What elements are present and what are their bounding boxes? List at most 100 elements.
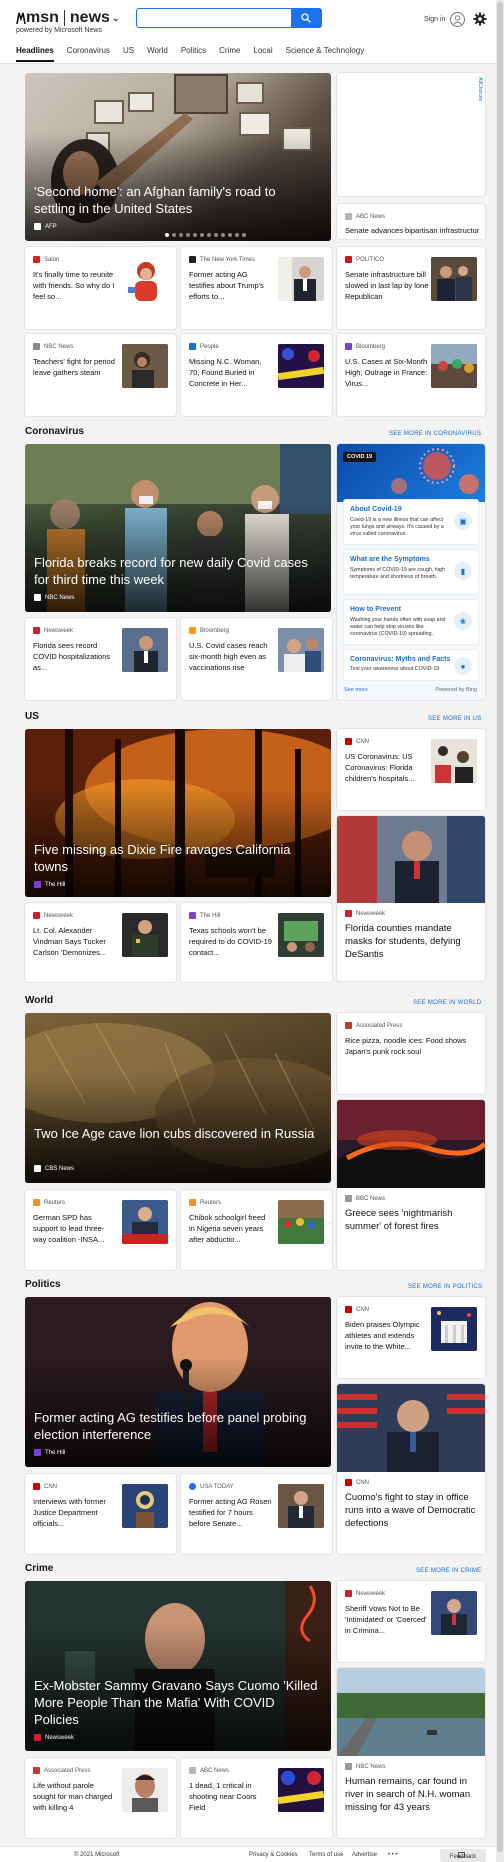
- tab-world[interactable]: World: [147, 46, 168, 62]
- see-more-crime-link[interactable]: SEE MORE IN CRIME: [416, 1568, 481, 1574]
- hero-story-gravano[interactable]: Ex-Mobster Sammy Gravano Says Cuomo 'Kil…: [25, 1581, 331, 1751]
- card-nbc-teachers[interactable]: NBC News Teachers' fight for period leav…: [25, 334, 176, 416]
- card-newsweek-vindman[interactable]: Newsweek Lt. Col. Alexander Vindman Says…: [25, 903, 176, 982]
- card-title[interactable]: 1 dead, 1 critical in shooting near Coor…: [189, 1780, 273, 1824]
- search-box[interactable]: [136, 8, 322, 28]
- more-options-icon[interactable]: • • •: [388, 1852, 398, 1858]
- covid-item-symptoms[interactable]: What are the Symptoms Symptoms of COVID-…: [343, 549, 479, 595]
- card-salon[interactable]: Salon It's finally time to reunite with …: [25, 247, 176, 329]
- see-more-politics-link[interactable]: SEE MORE IN POLITICS: [408, 1284, 482, 1290]
- card-title[interactable]: Biden praises Olympic athletes and exten…: [345, 1319, 429, 1363]
- card-bbc-greece-fires[interactable]: BBC News Greece sees 'nightmarish summer…: [337, 1100, 485, 1270]
- see-more-coronavirus-link[interactable]: SEE MORE IN CORONAVIRUS: [389, 431, 481, 437]
- card-title[interactable]: Sheriff Vows Not to Be 'Intimidated' or …: [345, 1603, 429, 1647]
- card-ap-life-parole[interactable]: Associated Press Life without parole sou…: [25, 1758, 176, 1838]
- card-nbc-human-remains[interactable]: NBC News Human remains, car found in riv…: [337, 1668, 485, 1838]
- card-newsweek-sheriff[interactable]: Newsweek Sheriff Vows Not to Be 'Intimid…: [337, 1581, 485, 1662]
- card-title[interactable]: Human remains, car found in river in sea…: [345, 1775, 477, 1829]
- hero-story-cave-lion[interactable]: Two Ice Age cave lion cubs discovered in…: [25, 1013, 331, 1183]
- page-scrollbar[interactable]: [496, 0, 504, 1862]
- covid-item-title[interactable]: What are the Symptoms: [350, 556, 430, 563]
- search-button[interactable]: [291, 9, 321, 27]
- see-more-us-link[interactable]: SEE MORE IN US: [428, 716, 482, 722]
- card-bloomberg-cases[interactable]: Bloomberg U.S. Cases at Six-Month High; …: [337, 334, 485, 416]
- tab-headlines[interactable]: Headlines: [16, 46, 54, 62]
- card-newsweek-florida[interactable]: Newsweek Florida sees record COVID hospi…: [25, 618, 176, 700]
- card-title[interactable]: It's finally time to reunite with friend…: [33, 269, 117, 313]
- hero-story-afghan-family[interactable]: 'Second home': an Afghan family's road t…: [25, 73, 331, 241]
- card-title[interactable]: Rice pizza, noodle ices: Food shows Japa…: [345, 1035, 479, 1079]
- card-abc-shooting[interactable]: ABC News 1 dead, 1 critical in shooting …: [181, 1758, 332, 1838]
- hero-story-florida-covid[interactable]: Florida breaks record for new daily Covi…: [25, 444, 331, 612]
- card-people[interactable]: People Missing N.C. Woman, 70, Found Bur…: [181, 334, 332, 416]
- adchoices-label[interactable]: AdChoices: [477, 77, 483, 101]
- card-title[interactable]: Florida counties mandate masks for stude…: [345, 922, 477, 976]
- card-title[interactable]: Teachers' fight for period leave gathers…: [33, 356, 117, 400]
- card-title[interactable]: U.S. Cases at Six-Month High; Outrage in…: [345, 356, 429, 400]
- card-newsweek-desantis[interactable]: Newsweek Florida counties mandate masks …: [337, 816, 485, 981]
- tab-politics[interactable]: Politics: [181, 46, 206, 62]
- card-politico[interactable]: POLITICO Senate infrastructure bill slow…: [337, 247, 485, 329]
- carousel-dots[interactable]: [165, 233, 249, 237]
- covid-see-more-link[interactable]: See more: [344, 687, 368, 693]
- hero-title[interactable]: Ex-Mobster Sammy Gravano Says Cuomo 'Kil…: [34, 1677, 319, 1728]
- card-cnn-florida-hospitals[interactable]: CNN US Coronavirus: US Coronavirus: Flor…: [337, 729, 485, 810]
- card-cnn-cuomo-fight[interactable]: CNN Cuomo's fight to stay in office runs…: [337, 1384, 485, 1554]
- card-title[interactable]: Lt. Col. Alexander Vindman Says Tucker C…: [33, 925, 117, 969]
- card-title[interactable]: Greece sees 'nightmarish summer' of fore…: [345, 1207, 477, 1261]
- search-input[interactable]: [137, 9, 291, 27]
- card-title[interactable]: Interviews with former Justice Departmen…: [33, 1496, 117, 1540]
- card-title[interactable]: Chibok schoolgirl freed in Nigeria seven…: [189, 1212, 273, 1256]
- side-card-senate[interactable]: ABC News Senate advances bipartisan infr…: [337, 204, 485, 239]
- card-title[interactable]: Missing N.C. Woman, 70, Found Buried in …: [189, 356, 273, 400]
- feedback-button[interactable]: Feedback: [440, 1849, 486, 1862]
- covid-item-title[interactable]: Coronavirus: Myths and Facts: [350, 656, 450, 663]
- covid-item-about[interactable]: About Covid-19 Covid-19 is a new illness…: [343, 499, 479, 545]
- card-usatoday-rosen[interactable]: USA TODAY Former acting AG Rosen testifi…: [181, 1474, 332, 1554]
- hero-story-dixie-fire[interactable]: Five missing as Dixie Fire ravages Calif…: [25, 729, 331, 897]
- card-ap-rice-pizza[interactable]: Associated Press Rice pizza, noodle ices…: [337, 1013, 485, 1094]
- gear-icon[interactable]: [473, 12, 487, 26]
- card-title[interactable]: Former acting AG testifies about Trump's…: [189, 269, 273, 313]
- tab-science-technology[interactable]: Science & Technology: [286, 46, 365, 62]
- card-title[interactable]: Senate advances bipartisan infrastructur…: [345, 225, 479, 235]
- hero-story-acting-ag[interactable]: Former acting AG testifies before panel …: [25, 1297, 331, 1467]
- see-more-world-link[interactable]: SEE MORE IN WORLD: [413, 1000, 481, 1006]
- card-title[interactable]: US Coronavirus: US Coronavirus: Florida …: [345, 751, 429, 795]
- tab-coronavirus[interactable]: Coronavirus: [67, 46, 110, 62]
- covid-item-prevent[interactable]: How to Prevent Washing your hands often …: [343, 599, 479, 645]
- advertise-link[interactable]: Advertise: [352, 1852, 377, 1858]
- scrollbar-thumb[interactable]: [497, 2, 503, 1852]
- card-cnn-biden-olympic[interactable]: CNN Biden praises Olympic athletes and e…: [337, 1297, 485, 1378]
- covid-item-myths[interactable]: Coronavirus: Myths and Facts Test your a…: [343, 649, 479, 681]
- card-title[interactable]: German SPD has support to lead three-way…: [33, 1212, 117, 1256]
- avatar-icon[interactable]: [450, 12, 465, 27]
- hero-title[interactable]: Two Ice Age cave lion cubs discovered in…: [34, 1125, 319, 1142]
- card-nyt[interactable]: The New York Times Former acting AG test…: [181, 247, 332, 329]
- hero-title[interactable]: Five missing as Dixie Fire ravages Calif…: [34, 841, 319, 875]
- chevron-down-icon[interactable]: ⌄: [112, 13, 120, 24]
- card-title[interactable]: Florida sees record COVID hospitalizatio…: [33, 640, 117, 684]
- tab-crime[interactable]: Crime: [219, 46, 240, 62]
- terms-link[interactable]: Terms of use: [309, 1852, 343, 1858]
- card-hill-texas-schools[interactable]: The Hill Texas schools won't be required…: [181, 903, 332, 982]
- card-cnn-interviews[interactable]: CNN Interviews with former Justice Depar…: [25, 1474, 176, 1554]
- card-reuters-chibok[interactable]: Reuters Chibok schoolgirl freed in Niger…: [181, 1190, 332, 1270]
- privacy-link[interactable]: Privacy & Cookies: [249, 1852, 298, 1858]
- card-title[interactable]: Texas schools won't be required to do CO…: [189, 925, 273, 969]
- card-title[interactable]: Senate infrastructure bill slowed in las…: [345, 269, 429, 313]
- card-reuters-spd[interactable]: Reuters German SPD has support to lead t…: [25, 1190, 176, 1270]
- ad-slot[interactable]: AdChoices: [337, 73, 485, 196]
- card-title[interactable]: Former acting AG Rosen testified for 7 h…: [189, 1496, 273, 1540]
- tab-us[interactable]: US: [123, 46, 134, 62]
- card-title[interactable]: Cuomo's fight to stay in office runs int…: [345, 1491, 477, 1545]
- hero-title[interactable]: Florida breaks record for new daily Covi…: [34, 554, 319, 588]
- covid-item-title[interactable]: About Covid-19: [350, 506, 402, 513]
- sign-in-link[interactable]: Sign in: [424, 16, 445, 23]
- tab-local[interactable]: Local: [254, 46, 273, 62]
- card-title[interactable]: Life without parole sought for man charg…: [33, 1780, 117, 1824]
- covid-item-title[interactable]: How to Prevent: [350, 606, 401, 613]
- hero-title[interactable]: Former acting AG testifies before panel …: [34, 1409, 319, 1443]
- card-bloomberg-covid[interactable]: Bloomberg U.S. Covid cases reach six-mon…: [181, 618, 332, 700]
- card-title[interactable]: U.S. Covid cases reach six-month high ev…: [189, 640, 273, 684]
